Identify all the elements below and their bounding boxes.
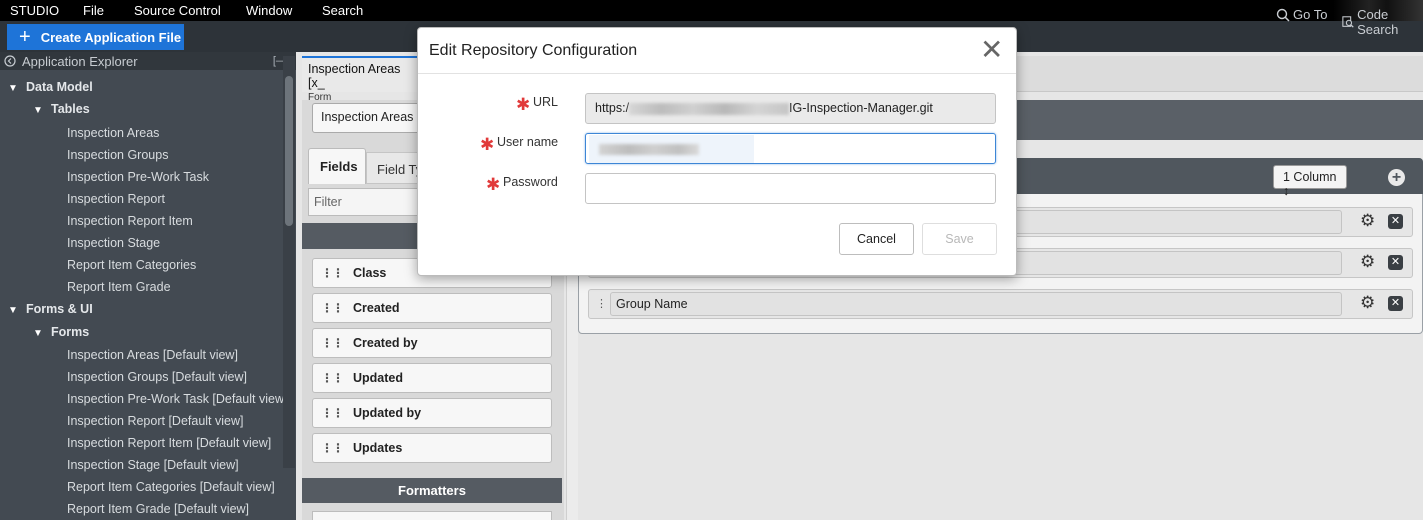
expand-triangle-icon[interactable]: ▼ (8, 83, 18, 94)
required-asterisk-icon: ✱ (486, 175, 501, 194)
dialog-title: Edit Repository Configuration (429, 42, 638, 59)
plus-icon: + (19, 26, 31, 48)
code-search-button[interactable]: Code Search (1342, 7, 1423, 37)
formatters-section-header: Formatters (302, 478, 562, 503)
save-button[interactable]: Save (922, 223, 997, 255)
drag-handle-icon[interactable]: ⋮⋮ (321, 266, 344, 280)
palette-field-label: Updates (353, 441, 403, 455)
column-layout-select[interactable]: 1 Column ↕ (1273, 165, 1347, 198)
required-asterisk-icon: ✱ (480, 135, 495, 154)
tree-forms-ui[interactable]: Forms & UI (26, 302, 93, 316)
password-field[interactable] (585, 173, 996, 204)
tree-item-form[interactable]: Inspection Areas [Default view] (67, 348, 238, 362)
remove-field-icon[interactable]: ✕ (1388, 214, 1403, 229)
palette-field[interactable]: ⋮⋮ Updated (312, 363, 552, 393)
top-menu-bar: STUDIO File Source Control Window Search (0, 0, 1423, 21)
redacted-text (589, 135, 754, 163)
gear-icon[interactable]: ⚙ (1360, 294, 1375, 311)
tree-forms[interactable]: Forms (51, 325, 89, 339)
palette-field-label: Created (353, 301, 400, 315)
drag-handle-icon[interactable]: ⋮⋮ (321, 301, 344, 315)
palette-field-label: Created by (353, 336, 418, 350)
tree-item-table[interactable]: Report Item Grade (67, 280, 171, 294)
url-prefix: https:/ (595, 101, 630, 115)
application-explorer: Application Explorer [—] ▼ Data Model ▼ … (0, 52, 296, 520)
menu-file[interactable]: File (83, 3, 104, 18)
scrollbar-thumb[interactable] (285, 76, 293, 226)
tree-item-form[interactable]: Inspection Stage [Default view] (67, 458, 239, 472)
remove-field-icon[interactable]: ✕ (1388, 296, 1403, 311)
studio-logo: STUDIO (10, 3, 60, 18)
tree-data-model[interactable]: Data Model (26, 80, 93, 94)
create-application-file-button[interactable]: + Create Application File (7, 24, 184, 50)
palette-field[interactable]: ⋮⋮ Created (312, 293, 552, 323)
explorer-header: Application Explorer [—] (0, 52, 296, 70)
filter-input[interactable]: Filter (308, 188, 418, 216)
form-field-group-name[interactable]: Group Name (610, 292, 1342, 316)
tree-item-form[interactable]: Inspection Groups [Default view] (67, 370, 247, 384)
tree-item-table[interactable]: Inspection Groups (67, 148, 168, 162)
go-to-label: Go To (1293, 7, 1328, 22)
expand-triangle-icon[interactable]: ▼ (33, 105, 43, 116)
tree-item-table[interactable]: Inspection Report Item (67, 214, 193, 228)
tree-item-table[interactable]: Inspection Report (67, 192, 165, 206)
go-to-button[interactable]: Go To (1276, 7, 1327, 22)
add-section-icon[interactable]: + (1388, 169, 1405, 186)
palette-field-label: Updated (353, 371, 403, 385)
drag-handle-icon[interactable]: ⋮⋮ (321, 441, 344, 455)
formatter-item[interactable] (312, 511, 552, 520)
username-field[interactable] (585, 133, 996, 164)
palette-field[interactable]: ⋮⋮ Updates (312, 433, 552, 463)
tab-fields[interactable]: Fields (308, 148, 366, 184)
close-icon[interactable]: ✕ (980, 36, 1003, 64)
code-search-label: Code Search (1357, 7, 1399, 37)
tree-item-form[interactable]: Inspection Report [Default view] (67, 414, 243, 428)
create-application-file-label: Create Application File (40, 29, 182, 45)
drag-handle-icon[interactable]: ⋮⋮ (321, 336, 344, 350)
tree-item-form[interactable]: Report Item Categories [Default view] (67, 480, 275, 494)
url-label: URL (533, 95, 559, 109)
code-search-icon (1342, 16, 1354, 28)
tree-item-table[interactable]: Inspection Stage (67, 236, 160, 250)
tree-item-table[interactable]: Report Item Categories (67, 258, 196, 272)
expand-triangle-icon[interactable]: ▼ (8, 305, 18, 316)
redacted-text (629, 102, 790, 115)
explorer-title: Application Explorer (22, 53, 138, 69)
explorer-scrollbar[interactable] (283, 56, 295, 468)
expand-triangle-icon[interactable]: ▼ (33, 328, 43, 339)
drag-handle-icon[interactable]: ⋮⋮ (321, 371, 344, 385)
tree-item-form[interactable]: Inspection Report Item [Default view] (67, 436, 271, 450)
tree-tables[interactable]: Tables (51, 102, 90, 116)
tab-field-types[interactable]: Field Ty (366, 152, 418, 184)
tree-item-table[interactable]: Inspection Areas (67, 126, 159, 140)
editor-tab-title: Inspection Areas [x_ (308, 62, 401, 90)
tree-item-form[interactable]: Inspection Pre-Work Task [Default view] (67, 392, 287, 406)
password-label: Password (503, 175, 558, 189)
palette-field[interactable]: ⋮⋮ Created by (312, 328, 552, 358)
table-select[interactable]: Inspection Areas [ (312, 103, 422, 133)
tree-item-table[interactable]: Inspection Pre-Work Task (67, 170, 209, 184)
url-field[interactable]: https:/ IG-Inspection-Manager.git (585, 93, 996, 124)
menu-search[interactable]: Search (322, 3, 363, 18)
search-icon (1276, 8, 1290, 22)
required-asterisk-icon: ✱ (516, 95, 531, 114)
gear-icon[interactable]: ⚙ (1360, 253, 1375, 270)
drag-handle-icon[interactable]: ⋮⋮ (321, 406, 344, 420)
editor-tab-inspection-areas[interactable]: Inspection Areas [x_ Form (302, 56, 417, 103)
cancel-button[interactable]: Cancel (839, 223, 914, 255)
palette-field-label: Updated by (353, 406, 422, 420)
palette-field-label: Class (353, 266, 387, 280)
username-label: User name (497, 135, 559, 149)
menu-source-control[interactable]: Source Control (134, 3, 221, 18)
remove-field-icon[interactable]: ✕ (1388, 255, 1403, 270)
palette-field[interactable]: ⋮⋮ Updated by (312, 398, 552, 428)
tree-item-form[interactable]: Report Item Grade [Default view] (67, 502, 249, 516)
url-suffix: IG-Inspection-Manager.git (789, 101, 933, 115)
gear-icon[interactable]: ⚙ (1360, 212, 1375, 229)
navigate-back-icon[interactable] (4, 55, 16, 67)
menu-window[interactable]: Window (246, 3, 292, 18)
edit-repository-dialog: Edit Repository Configuration ✕ ✱ URL ht… (417, 27, 1017, 276)
